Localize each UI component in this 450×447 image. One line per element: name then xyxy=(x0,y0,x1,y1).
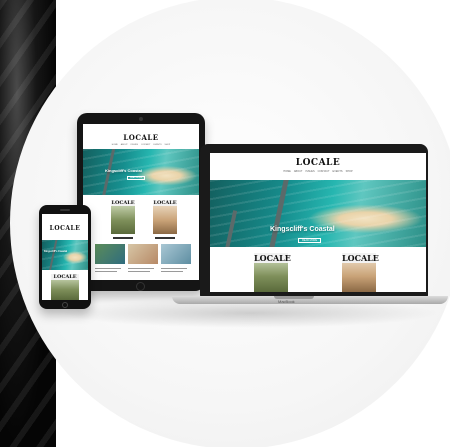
nav-item-about[interactable]: ABOUT xyxy=(294,170,303,173)
phone-speaker xyxy=(60,209,70,211)
text-line xyxy=(128,271,150,272)
nav-item-contact[interactable]: CONTACT xyxy=(141,144,151,146)
hero-title: Kingscliff's Coastal xyxy=(44,250,68,253)
site-logo[interactable]: LOCALE xyxy=(210,153,426,168)
magazine-cover[interactable]: LOCALE xyxy=(111,200,135,234)
phone-device: LOCALE Kingscliff's Coastal LOCALE xyxy=(39,205,91,309)
laptop-brand-label: MacBook xyxy=(278,299,295,304)
hero-image: Kingscliff's Coastal xyxy=(42,240,88,270)
hero-image: Kingscliff's Coastal READ MORE xyxy=(210,180,426,247)
nav-item-events[interactable]: EVENTS xyxy=(333,170,343,173)
laptop-base: MacBook xyxy=(172,296,448,304)
tablet-camera xyxy=(139,117,143,121)
cover-title: LOCALE xyxy=(111,200,135,206)
cover-button[interactable] xyxy=(155,237,175,239)
article-image[interactable] xyxy=(161,244,191,264)
nav-item-home[interactable]: HOME xyxy=(112,144,118,146)
article-image[interactable] xyxy=(95,244,125,264)
jetty-shape xyxy=(47,240,59,270)
cover-title: LOCALE xyxy=(254,253,291,263)
nav-item-home[interactable]: HOME xyxy=(283,170,291,173)
jetty-shape xyxy=(266,180,291,247)
magazine-cover[interactable]: LOCALE xyxy=(342,253,379,292)
hero-read-more-button[interactable]: READ MORE xyxy=(127,176,146,180)
tablet-home-button xyxy=(136,282,145,291)
tablet-device: LOCALE HOME ABOUT ISSUES CONTACT EVENTS … xyxy=(77,113,205,291)
nav-item-issues[interactable]: ISSUES xyxy=(305,170,314,173)
laptop-device: LOCALE HOME ABOUT ISSUES CONTACT EVENTS … xyxy=(172,144,448,304)
cover-title: LOCALE xyxy=(51,274,79,280)
magazine-cover[interactable]: LOCALE xyxy=(51,274,79,300)
text-line xyxy=(161,268,187,269)
text-line xyxy=(95,268,121,269)
nav-item-events[interactable]: EVENTS xyxy=(154,144,162,146)
article-image[interactable] xyxy=(128,244,158,264)
nav-item-about[interactable]: ABOUT xyxy=(121,144,128,146)
jetty-shape xyxy=(222,210,238,247)
nav-item-shop[interactable]: SHOP xyxy=(165,144,171,146)
text-line xyxy=(128,268,154,269)
text-line xyxy=(95,271,117,272)
cover-title: LOCALE xyxy=(342,253,379,263)
hero-read-more-button[interactable]: READ MORE xyxy=(298,238,322,243)
magazine-cover[interactable]: LOCALE xyxy=(254,253,291,292)
site-nav: HOME ABOUT ISSUES CONTACT EVENTS SHOP xyxy=(83,144,199,146)
hero-title: Kingscliff's Coastal xyxy=(105,168,142,173)
magazine-cover[interactable]: LOCALE xyxy=(153,200,177,234)
site-nav: HOME ABOUT ISSUES CONTACT EVENTS SHOP xyxy=(210,170,426,173)
nav-item-shop[interactable]: SHOP xyxy=(346,170,353,173)
cover-button[interactable] xyxy=(113,237,133,239)
hero-image: Kingscliff's Coastal READ MORE xyxy=(83,149,199,195)
mockup-stage: LOCALE HOME ABOUT ISSUES CONTACT EVENTS … xyxy=(0,0,450,447)
laptop-lid: LOCALE HOME ABOUT ISSUES CONTACT EVENTS … xyxy=(200,144,428,297)
phone-screen[interactable]: LOCALE Kingscliff's Coastal LOCALE xyxy=(42,214,88,300)
phone-home-button xyxy=(62,302,68,308)
hero-title: Kingscliff's Coastal xyxy=(270,226,335,233)
site-logo[interactable]: LOCALE xyxy=(83,124,199,142)
laptop-screen[interactable]: LOCALE HOME ABOUT ISSUES CONTACT EVENTS … xyxy=(210,153,426,292)
site-logo[interactable]: LOCALE xyxy=(42,214,88,232)
tablet-screen[interactable]: LOCALE HOME ABOUT ISSUES CONTACT EVENTS … xyxy=(83,124,199,280)
cover-title: LOCALE xyxy=(153,200,177,206)
text-line xyxy=(161,271,183,272)
nav-item-issues[interactable]: ISSUES xyxy=(131,144,138,146)
nav-item-contact[interactable]: CONTACT xyxy=(318,170,330,173)
